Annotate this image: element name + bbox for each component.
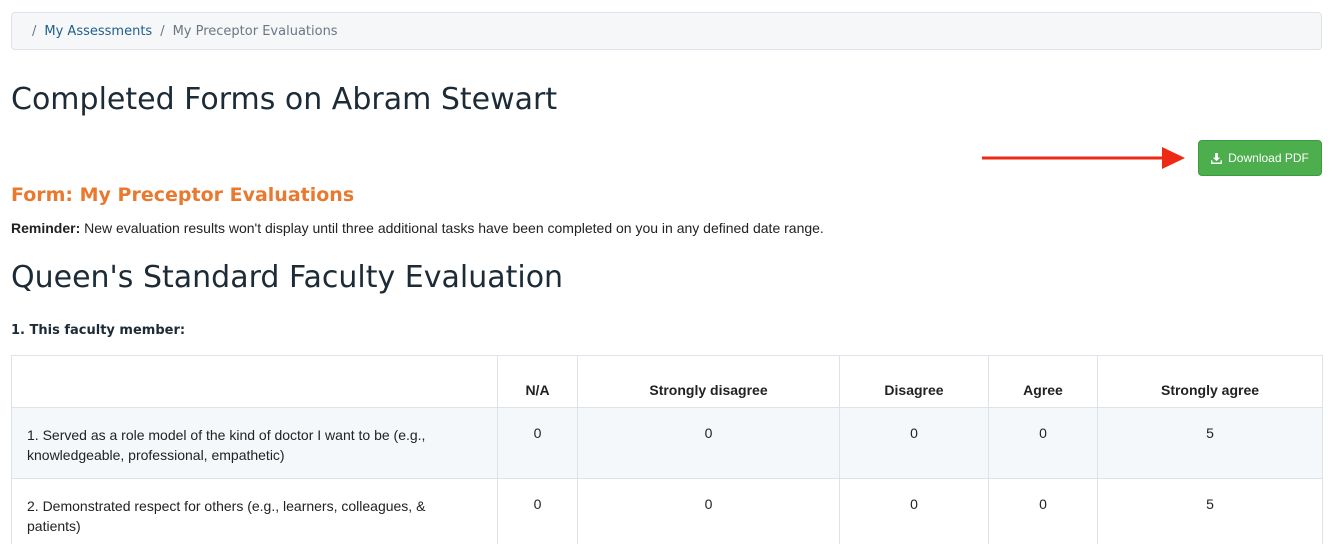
row-question: 1. Served as a role model of the kind of…	[11, 407, 498, 479]
column-header-strongly-agree: Strongly agree	[1097, 355, 1323, 408]
red-arrow-annotation	[982, 147, 1185, 169]
cell-agree: 0	[988, 407, 1098, 479]
cell-disagree: 0	[839, 407, 989, 479]
column-header-disagree: Disagree	[839, 355, 989, 408]
form-title: Form: My Preceptor Evaluations	[11, 184, 355, 206]
reminder-label: Reminder:	[11, 220, 81, 236]
cell-strongly-disagree: 0	[577, 478, 840, 544]
cell-na: 0	[497, 407, 578, 479]
reminder-text: Reminder: New evaluation results won't d…	[11, 220, 824, 236]
download-pdf-label: Download PDF	[1228, 151, 1309, 165]
download-icon	[1211, 152, 1223, 164]
cell-agree: 0	[988, 478, 1098, 544]
evaluation-table: N/A Strongly disagree Disagree Agree Str…	[11, 355, 1323, 544]
cell-strongly-agree: 5	[1097, 407, 1323, 479]
evaluation-title: Queen's Standard Faculty Evaluation	[11, 260, 564, 295]
breadcrumb-separator: /	[32, 23, 37, 39]
cell-strongly-agree: 5	[1097, 478, 1323, 544]
breadcrumb-link-my-assessments[interactable]: My Assessments	[44, 24, 152, 39]
table-row: 2. Demonstrated respect for others (e.g.…	[11, 478, 1323, 544]
breadcrumb-separator: /	[160, 23, 165, 39]
reminder-message: New evaluation results won't display unt…	[80, 220, 824, 236]
row-question: 2. Demonstrated respect for others (e.g.…	[11, 478, 498, 544]
column-header	[11, 355, 498, 408]
cell-disagree: 0	[839, 478, 989, 544]
download-pdf-button[interactable]: Download PDF	[1198, 140, 1322, 176]
page-title: Completed Forms on Abram Stewart	[11, 82, 558, 117]
cell-strongly-disagree: 0	[577, 407, 840, 479]
table-row: 1. Served as a role model of the kind of…	[11, 407, 1323, 479]
breadcrumb-current: My Preceptor Evaluations	[172, 23, 338, 39]
table-header-row: N/A Strongly disagree Disagree Agree Str…	[11, 355, 1323, 408]
cell-na: 0	[497, 478, 578, 544]
column-header-agree: Agree	[988, 355, 1098, 408]
breadcrumb: / My Assessments / My Preceptor Evaluati…	[11, 12, 1322, 50]
question-heading: 1. This faculty member:	[11, 323, 186, 338]
column-header-na: N/A	[497, 355, 578, 408]
column-header-strongly-disagree: Strongly disagree	[577, 355, 840, 408]
